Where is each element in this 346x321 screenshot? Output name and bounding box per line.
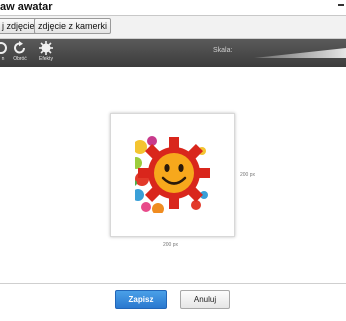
- avatar-image[interactable]: [132, 133, 212, 213]
- tool-partial-label: n: [1, 56, 5, 62]
- dialog-footer: Zapisz Anuluj: [0, 283, 346, 321]
- right-eye: [178, 164, 184, 172]
- tool-rotate[interactable]: Obróć: [11, 41, 29, 62]
- effects-icon: [39, 41, 53, 55]
- tool-effects-label: Efekty: [39, 56, 53, 62]
- tool-rotate-label: Obróć: [13, 56, 27, 62]
- window-titlebar: aw awatar: [0, 0, 346, 16]
- partial-tool-icon: [0, 42, 7, 54]
- image-height-label: 200 px: [240, 172, 256, 178]
- left-eye: [164, 164, 170, 172]
- window-title: aw awatar: [0, 1, 53, 13]
- edit-toolbar: n Obróć Efekty Skala:: [0, 39, 346, 67]
- camera-photo-button[interactable]: zdjęcie z kamerki: [34, 18, 112, 34]
- tool-effects[interactable]: Efekty: [36, 41, 56, 62]
- upload-photo-button[interactable]: j zdjęcie: [0, 18, 39, 34]
- source-button-bar: j zdjęcie zdjęcie z kamerki: [0, 16, 346, 39]
- rotate-icon: [14, 41, 25, 54]
- scale-slider[interactable]: [254, 47, 346, 59]
- save-button[interactable]: Zapisz: [115, 290, 167, 309]
- minimize-icon[interactable]: [338, 4, 344, 6]
- sun-face: [154, 153, 194, 193]
- image-width-label: 200 px: [163, 242, 179, 248]
- avatar-preview-frame: [110, 113, 235, 237]
- cancel-button[interactable]: Anuluj: [180, 290, 230, 309]
- scale-label: Skala:: [213, 47, 233, 54]
- image-workspace: 200 px 200 px: [0, 68, 346, 283]
- tool-partial[interactable]: n: [0, 41, 9, 62]
